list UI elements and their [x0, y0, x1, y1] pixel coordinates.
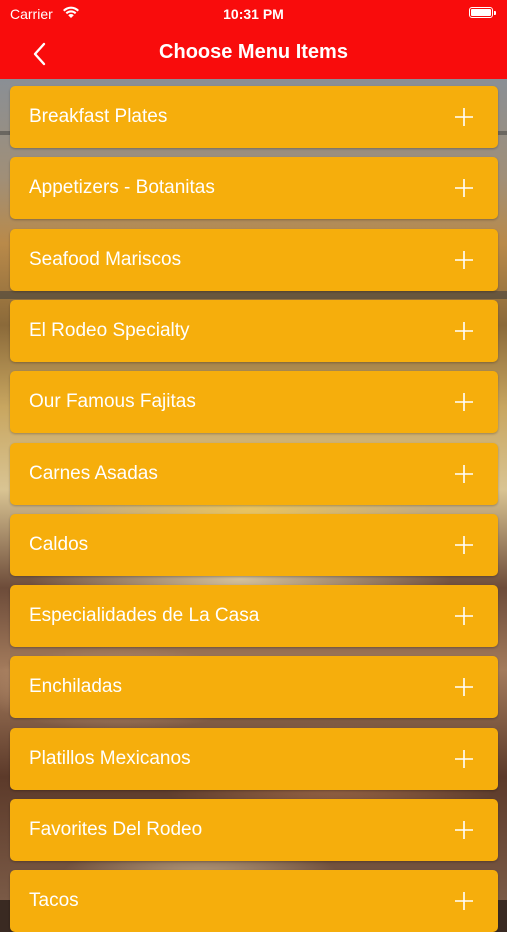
status-bar: Carrier 10:31 PM [0, 0, 507, 28]
menu-category-item[interactable]: Tacos [10, 870, 498, 932]
menu-category-label: Enchiladas [29, 676, 122, 698]
menu-category-label: Seafood Mariscos [29, 248, 182, 270]
menu-category-item[interactable]: Enchiladas [10, 656, 498, 719]
nav-bar: Choose Menu Items [0, 28, 507, 79]
status-time: 10:31 PM [223, 6, 284, 22]
menu-category-item[interactable]: Seafood Mariscos [10, 228, 498, 291]
plus-icon[interactable] [454, 535, 474, 555]
menu-category-item[interactable]: El Rodeo Specialty [10, 299, 498, 362]
plus-icon[interactable] [454, 107, 474, 127]
menu-category-label: El Rodeo Specialty [29, 319, 190, 341]
menu-category-item[interactable]: Platillos Mexicanos [10, 727, 498, 790]
menu-category-label: Our Famous Fajitas [29, 391, 196, 413]
plus-icon[interactable] [454, 891, 474, 911]
menu-category-label: Tacos [29, 890, 79, 912]
plus-icon[interactable] [454, 178, 474, 198]
menu-category-label: Favorites Del Rodeo [29, 819, 203, 840]
app-header: Carrier 10:31 PM Choose Menu Items [0, 0, 507, 79]
menu-category-label: Appetizers - Botanitas [29, 177, 215, 199]
menu-category-item[interactable]: Carnes Asadas [10, 442, 498, 505]
menu-category-label: Breakfast Plates [29, 106, 168, 127]
menu-category-item[interactable]: Our Famous Fajitas [10, 371, 498, 434]
menu-category-item[interactable]: Breakfast Plates [10, 86, 498, 148]
menu-category-label: Caldos [29, 533, 89, 555]
menu-category-item[interactable]: Favorites Del Rodeo [10, 799, 498, 861]
page-title: Choose Menu Items [159, 41, 348, 63]
plus-icon[interactable] [454, 820, 474, 840]
plus-icon[interactable] [454, 677, 474, 697]
menu-category-label: Especialidades de La Casa [29, 605, 260, 627]
menu-category-label: Carnes Asadas [29, 462, 158, 484]
plus-icon[interactable] [454, 749, 474, 769]
plus-icon[interactable] [454, 250, 474, 270]
plus-icon[interactable] [454, 321, 474, 341]
menu-category-label: Platillos Mexicanos [29, 747, 191, 769]
battery-icon [469, 7, 496, 18]
plus-icon[interactable] [454, 606, 474, 626]
plus-icon[interactable] [454, 392, 474, 412]
plus-icon[interactable] [454, 464, 474, 484]
menu-category-item[interactable]: Appetizers - Botanitas [10, 157, 498, 220]
menu-category-item[interactable]: Caldos [10, 513, 498, 576]
menu-category-item[interactable]: Especialidades de La Casa [10, 585, 498, 648]
